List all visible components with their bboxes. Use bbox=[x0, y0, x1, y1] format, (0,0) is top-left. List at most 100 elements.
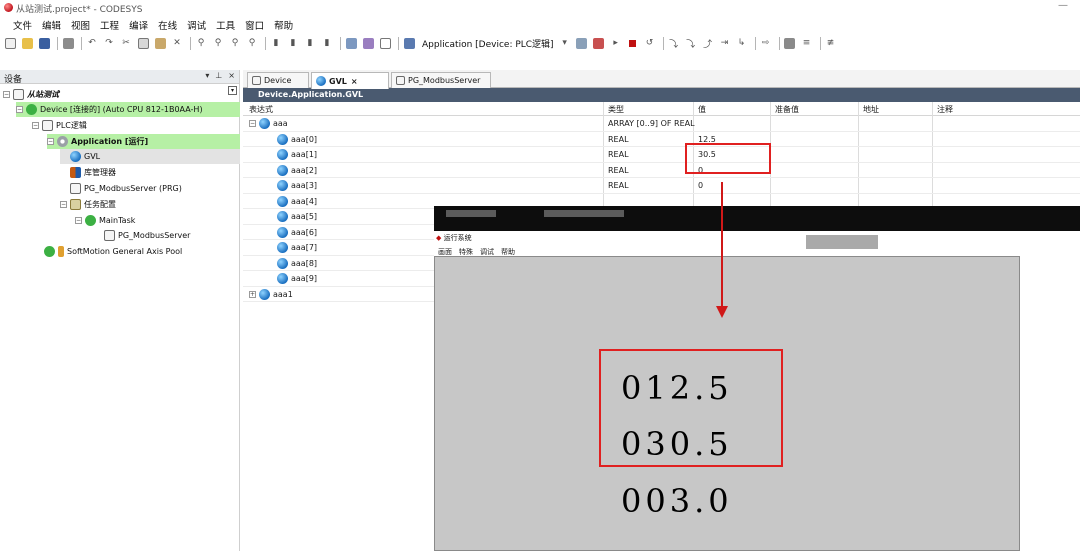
open-folder-icon[interactable] bbox=[20, 36, 34, 50]
type-cell: REAL bbox=[608, 134, 629, 144]
collapse-icon[interactable]: − bbox=[75, 217, 82, 224]
tab-gvl[interactable]: GVL × bbox=[311, 72, 389, 89]
table-row[interactable]: aaa[2] REAL 0 bbox=[243, 163, 1080, 178]
column-value[interactable]: 值 bbox=[698, 104, 706, 115]
reset-icon[interactable]: ↺ bbox=[643, 36, 657, 50]
tree-item-project[interactable]: − 从站测试 bbox=[3, 87, 233, 102]
paste-icon[interactable] bbox=[153, 36, 167, 50]
print-icon[interactable] bbox=[61, 36, 75, 50]
unforce-values-icon[interactable]: ≢ bbox=[824, 36, 838, 50]
collapse-icon[interactable]: − bbox=[60, 201, 67, 208]
step-over-icon[interactable]: ⤵ bbox=[667, 36, 681, 50]
collapse-icon[interactable]: − bbox=[3, 91, 10, 98]
find-replace-icon[interactable]: ⚲ bbox=[211, 36, 225, 50]
tree-item-gvl[interactable]: GVL bbox=[60, 149, 240, 164]
tree-item-maintask[interactable]: − MainTask bbox=[75, 213, 135, 228]
menu-tools[interactable]: 工具 bbox=[211, 16, 240, 32]
table-row[interactable]: − aaa ARRAY [0..9] OF REAL bbox=[243, 116, 1080, 132]
step-out-icon[interactable]: ⤴ bbox=[701, 36, 715, 50]
tree-item-device[interactable]: − Device [连接的] (Auto CPU 812-1B0AA-H) bbox=[16, 102, 240, 117]
panel-close-button[interactable]: × bbox=[228, 71, 235, 80]
expression-text: aaa[8] bbox=[291, 258, 318, 268]
expression-cell: + aaa1 bbox=[249, 288, 293, 300]
copy-icon[interactable] bbox=[136, 36, 150, 50]
write-values-icon[interactable] bbox=[783, 36, 797, 50]
expression-text: aaa1 bbox=[273, 289, 293, 299]
save-icon[interactable] bbox=[37, 36, 51, 50]
collapse-icon[interactable]: − bbox=[249, 120, 256, 127]
tab-pg-modbusserver[interactable]: PG_ModbusServer bbox=[391, 72, 491, 88]
panel-pin-button[interactable]: ⊥ bbox=[215, 71, 222, 80]
table-row[interactable]: aaa[3] REAL 0 bbox=[243, 178, 1080, 194]
generate-code-icon[interactable] bbox=[378, 36, 392, 50]
document-title: Device.Application.GVL bbox=[258, 90, 364, 99]
tree-item-pg-modbusserver-call[interactable]: PG_ModbusServer bbox=[104, 228, 190, 243]
panel-menu-button[interactable]: ▾ bbox=[205, 71, 209, 80]
find-icon[interactable]: ⚲ bbox=[194, 36, 208, 50]
menu-view[interactable]: 视图 bbox=[66, 16, 95, 32]
show-next-statement-icon[interactable]: ⇨ bbox=[759, 36, 773, 50]
new-file-icon[interactable] bbox=[3, 36, 17, 50]
delete-icon[interactable]: ✕ bbox=[170, 36, 184, 50]
replace-icon[interactable]: ⚲ bbox=[245, 36, 259, 50]
table-row[interactable]: aaa[0] REAL 12.5 bbox=[243, 132, 1080, 147]
column-comment[interactable]: 注释 bbox=[937, 104, 953, 115]
run-to-cursor-icon[interactable]: ⇥ bbox=[718, 36, 732, 50]
collapse-icon[interactable]: − bbox=[16, 106, 23, 113]
tree-item-plc-logic[interactable]: − PLC逻辑 bbox=[32, 118, 87, 133]
active-application-selector[interactable]: Application [Device: PLC逻辑] bbox=[422, 37, 554, 50]
menu-edit[interactable]: 编辑 bbox=[37, 16, 66, 32]
value-cell[interactable]: 0 bbox=[698, 181, 703, 190]
menu-window[interactable]: 窗口 bbox=[240, 16, 269, 32]
bookmark-icon[interactable]: ▮ bbox=[269, 36, 283, 50]
table-row[interactable]: aaa[1] REAL 30.5 bbox=[243, 147, 1080, 163]
expression-cell: aaa[8] bbox=[277, 257, 318, 269]
menu-project[interactable]: 工程 bbox=[95, 16, 124, 32]
undo-icon[interactable]: ↶ bbox=[85, 36, 99, 50]
step-into-icon[interactable]: ⤵ bbox=[684, 36, 698, 50]
redo-icon[interactable]: ↷ bbox=[102, 36, 116, 50]
runtime-app-icon: ◆ bbox=[436, 234, 442, 242]
find-in-project-icon[interactable]: ⚲ bbox=[228, 36, 242, 50]
tree-item-library-manager[interactable]: 库管理器 bbox=[70, 165, 116, 180]
menu-help[interactable]: 帮助 bbox=[269, 16, 298, 32]
set-next-statement-icon[interactable]: ↳ bbox=[735, 36, 749, 50]
toolbar-separator bbox=[190, 36, 191, 50]
minimize-button[interactable]: — bbox=[1054, 0, 1072, 14]
expand-icon[interactable]: + bbox=[249, 290, 256, 298]
dropdown-arrow-icon[interactable]: ▾ bbox=[558, 36, 572, 50]
tree-item-label: PLC逻辑 bbox=[56, 121, 87, 130]
tree-item-application[interactable]: − Application [运行] bbox=[47, 134, 240, 149]
tab-close-icon[interactable]: × bbox=[351, 77, 358, 86]
login-icon[interactable] bbox=[575, 36, 589, 50]
tree-item-label: SoftMotion General Axis Pool bbox=[67, 247, 183, 256]
bookmark-next-icon[interactable]: ▮ bbox=[286, 36, 300, 50]
variable-icon bbox=[277, 257, 288, 269]
menu-file[interactable]: 文件 bbox=[8, 16, 37, 32]
rebuild-icon[interactable] bbox=[361, 36, 375, 50]
stop-icon[interactable] bbox=[626, 36, 640, 50]
menu-debug[interactable]: 调试 bbox=[182, 16, 211, 32]
menu-build[interactable]: 编译 bbox=[124, 16, 153, 32]
cut-icon[interactable]: ✂ bbox=[119, 36, 133, 50]
force-values-icon[interactable]: ≡ bbox=[800, 36, 814, 50]
run-icon[interactable]: ▸ bbox=[609, 36, 623, 50]
menu-online[interactable]: 在线 bbox=[153, 16, 182, 32]
variable-icon bbox=[277, 180, 288, 191]
collapse-icon[interactable]: − bbox=[32, 122, 39, 129]
column-type[interactable]: 类型 bbox=[608, 104, 624, 115]
application-icon bbox=[402, 36, 416, 50]
tree-item-pg-modbusserver[interactable]: PG_ModbusServer (PRG) bbox=[70, 181, 182, 196]
column-prepared-value[interactable]: 准备值 bbox=[775, 104, 799, 115]
bookmark-clear-icon[interactable]: ▮ bbox=[320, 36, 334, 50]
tree-item-softmotion[interactable]: SoftMotion General Axis Pool bbox=[44, 244, 182, 259]
bookmark-prev-icon[interactable]: ▮ bbox=[303, 36, 317, 50]
column-address[interactable]: 地址 bbox=[863, 104, 879, 115]
tree-item-task-config[interactable]: − 任务配置 bbox=[60, 197, 116, 212]
tab-device[interactable]: Device bbox=[247, 72, 309, 88]
expression-cell: aaa[2] bbox=[277, 164, 317, 176]
column-expression[interactable]: 表达式 bbox=[249, 104, 273, 115]
collapse-icon[interactable]: − bbox=[47, 138, 54, 145]
build-icon[interactable] bbox=[344, 36, 358, 50]
logout-icon[interactable] bbox=[592, 36, 606, 50]
